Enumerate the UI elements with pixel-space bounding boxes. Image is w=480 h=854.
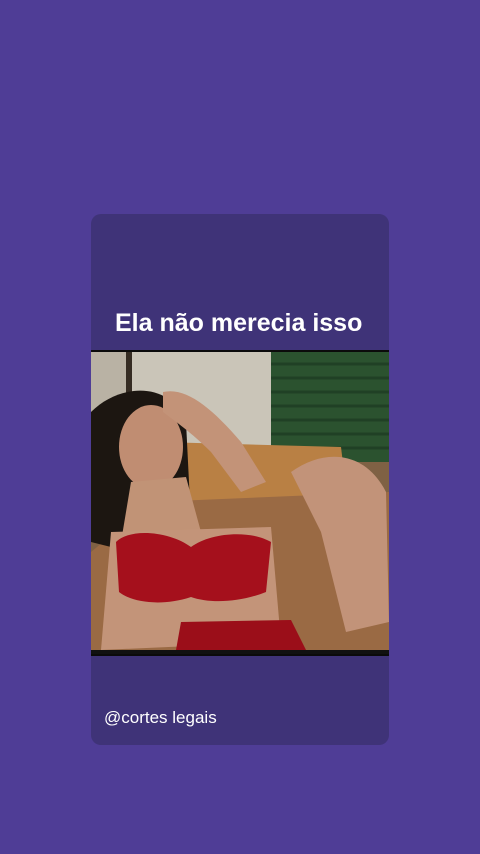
caption-text: Ela não merecia isso: [115, 309, 363, 337]
author-handle[interactable]: @cortes legais: [104, 708, 217, 728]
story-page: Ela não merecia isso @cortes legais: [0, 0, 480, 854]
story-card[interactable]: Ela não merecia isso @cortes legais: [91, 214, 389, 745]
video-frame[interactable]: [91, 350, 389, 656]
video-frame-image: [91, 352, 389, 650]
